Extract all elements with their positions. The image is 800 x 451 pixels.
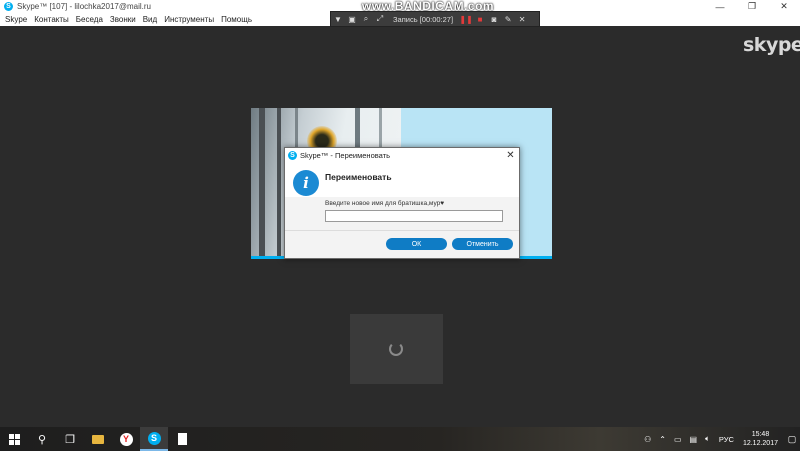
record-timer: Запись [00:00:27] <box>393 14 454 24</box>
taskbar-yandex[interactable]: Y <box>112 427 140 451</box>
dialog-close-button[interactable]: ✕ <box>504 149 517 162</box>
clock-date: 12.12.2017 <box>742 440 778 447</box>
start-button[interactable] <box>0 427 28 451</box>
task-view-icon: ❐ <box>65 433 75 446</box>
zoom-icon[interactable]: ⌕ <box>359 14 373 24</box>
minimize-button[interactable]: — <box>704 0 736 13</box>
clock-time: 15:48 <box>751 431 770 438</box>
search-icon: ⚲ <box>37 433 47 446</box>
pause-icon[interactable]: ❚❚ <box>459 15 473 24</box>
dialog-button-row: ОК Отменить <box>285 230 519 259</box>
info-icon: i <box>293 170 319 196</box>
new-name-input[interactable] <box>325 210 503 222</box>
loading-tile <box>350 314 443 384</box>
bandicam-overlay: www.BANDICAM.com ▼ ▣ ⌕ ⤢ Запись [00:00:2… <box>318 0 540 27</box>
menu-view[interactable]: Вид <box>143 15 157 24</box>
yandex-browser-icon: Y <box>119 432 133 446</box>
maximize-button[interactable]: ❐ <box>736 0 768 13</box>
taskbar-document[interactable] <box>168 427 196 451</box>
skype-logo: skype <box>743 34 800 56</box>
taskbar-explorer[interactable] <box>84 427 112 451</box>
volume-icon[interactable]: 🔈︎ <box>705 434 710 444</box>
window-title: Skype™ [107] - lilochka2017@mail.ru <box>17 2 151 11</box>
bandicam-toolbar: ▼ ▣ ⌕ ⤢ Запись [00:00:27] ❚❚ ■ ◙ ✎ ✕ <box>330 11 540 27</box>
menu-help[interactable]: Помощь <box>221 15 252 24</box>
taskbar-skype[interactable]: S <box>140 427 168 451</box>
skype-icon: S <box>4 2 13 11</box>
menu-contacts[interactable]: Контакты <box>34 15 69 24</box>
rename-prompt: Введите новое имя для братишка,мур♥ <box>325 200 445 207</box>
dialog-header: i Переименовать <box>285 163 519 197</box>
skype-icon: S <box>147 431 161 445</box>
folder-icon <box>92 434 104 444</box>
expand-icon[interactable]: ⤢ <box>373 14 387 24</box>
dialog-heading: Переименовать <box>325 172 392 182</box>
rename-dialog: S Skype™ - Переименовать ✕ i Переименова… <box>284 147 520 259</box>
document-icon <box>177 433 187 445</box>
system-tray: ⚇ ⌃ ▭ ▤ 🔈︎ РУС 15:48 12.12.2017 ▢ <box>640 427 800 451</box>
close-button[interactable]: ✕ <box>768 0 800 13</box>
camera-icon[interactable]: ◙ <box>487 15 501 24</box>
window-mode-icon[interactable]: ▣ <box>345 15 359 24</box>
chevron-up-icon[interactable]: ⌃ <box>659 435 666 444</box>
taskbar: ⚲ ❐ Y S ⚇ ⌃ ▭ ▤ 🔈︎ РУС 15:48 12.12.2017 … <box>0 427 800 451</box>
menu-tools[interactable]: Инструменты <box>164 15 214 24</box>
dialog-titlebar: S Skype™ - Переименовать ✕ <box>285 148 519 163</box>
menu-calls[interactable]: Звонки <box>110 15 136 24</box>
search-button[interactable]: ⚲ <box>28 427 56 451</box>
menu-skype[interactable]: Skype <box>5 15 27 24</box>
pen-icon[interactable]: ✎ <box>501 15 515 24</box>
notifications-icon[interactable]: ▢ <box>786 427 798 451</box>
network-icon[interactable]: ▤ <box>690 435 698 444</box>
dropdown-arrow-icon[interactable]: ▼ <box>331 15 345 24</box>
people-icon[interactable]: ⚇ <box>644 435 651 444</box>
skype-icon: S <box>288 151 297 160</box>
stop-icon[interactable]: ■ <box>473 15 487 24</box>
cancel-button[interactable]: Отменить <box>452 238 513 250</box>
ok-button[interactable]: ОК <box>386 238 447 250</box>
battery-icon[interactable]: ▭ <box>674 435 682 444</box>
windows-icon <box>8 433 20 445</box>
language-indicator[interactable]: РУС <box>719 435 734 444</box>
dialog-title: Skype™ - Переименовать <box>300 151 390 160</box>
close-icon[interactable]: ✕ <box>515 15 529 24</box>
clock[interactable]: 15:48 12.12.2017 <box>743 430 778 448</box>
menu-conversation[interactable]: Беседа <box>76 15 103 24</box>
task-view-button[interactable]: ❐ <box>56 427 84 451</box>
window-controls: — ❐ ✕ <box>704 0 800 13</box>
loading-spinner-icon <box>389 342 403 356</box>
